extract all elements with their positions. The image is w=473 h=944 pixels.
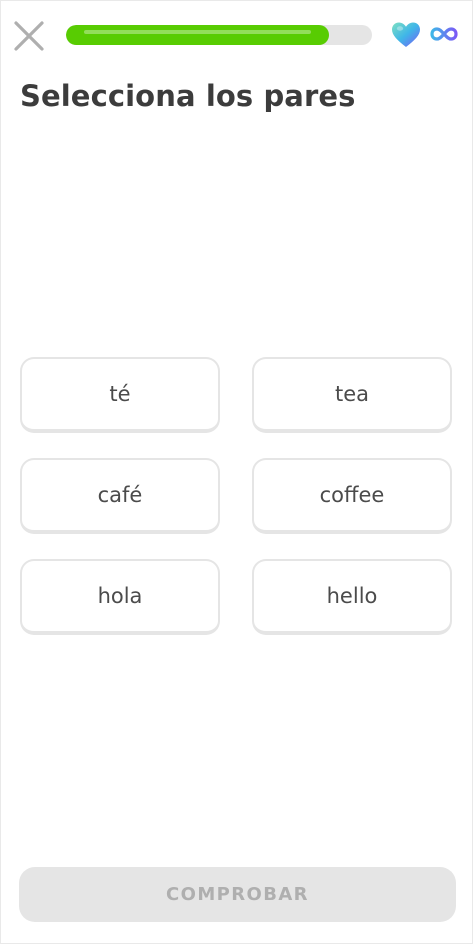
close-button[interactable] bbox=[12, 19, 46, 53]
close-icon bbox=[14, 21, 44, 51]
lesson-progress-bar bbox=[66, 25, 372, 45]
pair-tile-left-3[interactable]: hola bbox=[20, 559, 220, 635]
check-button[interactable]: COMPROBAR bbox=[19, 867, 456, 922]
progress-shine bbox=[84, 30, 312, 34]
pair-tile-left-2[interactable]: café bbox=[20, 458, 220, 534]
lesson-screen: Selecciona los pares té café hola tea co… bbox=[0, 0, 473, 944]
heart-icon bbox=[392, 22, 420, 47]
pair-tile-right-2[interactable]: coffee bbox=[252, 458, 452, 534]
hearts-unlimited bbox=[430, 25, 458, 43]
pair-tile-right-3[interactable]: hello bbox=[252, 559, 452, 635]
hearts-indicator[interactable] bbox=[391, 21, 421, 49]
pair-tile-right-1[interactable]: tea bbox=[252, 357, 452, 433]
progress-fill bbox=[66, 25, 330, 45]
infinity-icon bbox=[430, 27, 458, 41]
pair-tile-left-1[interactable]: té bbox=[20, 357, 220, 433]
exercise-title: Selecciona los pares bbox=[20, 79, 356, 113]
